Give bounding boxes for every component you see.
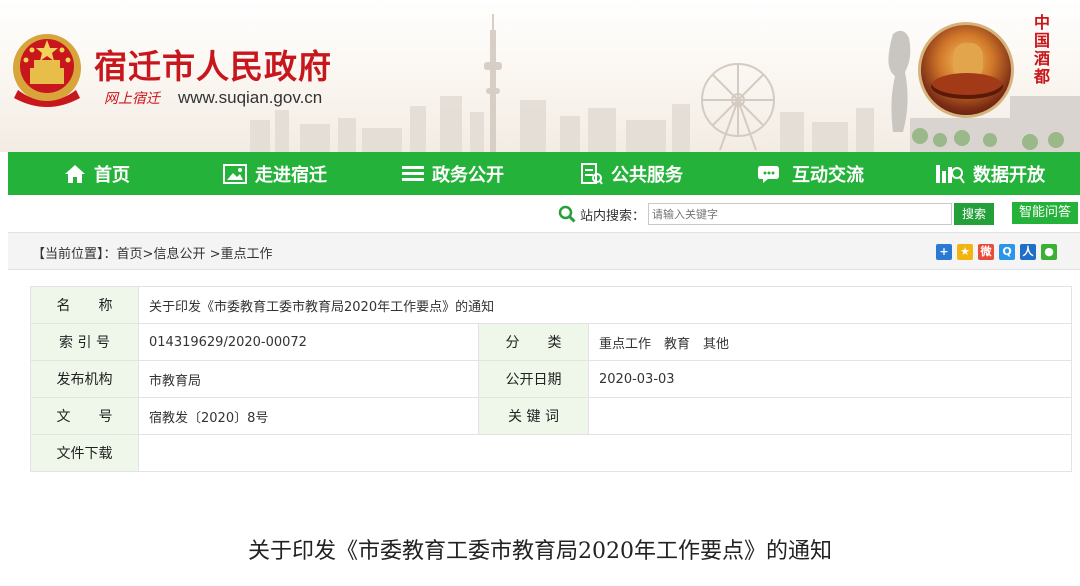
nav-item-label: 政务公开 [432, 164, 504, 186]
nav-item-label: 公共服务 [611, 164, 683, 186]
breadcrumb-info-disclosure[interactable]: 信息公开 [153, 247, 205, 262]
data-icon [936, 164, 965, 184]
main-nav: 首页 走进宿迁 政务公开 公共服务 互动交流 数据开放 [8, 152, 1080, 195]
table-row: 发布机构 市教育局 公开日期 2020-03-03 [30, 360, 1072, 398]
index-label: 索 引 号 [30, 323, 139, 361]
plus-share-icon[interactable]: + [936, 244, 952, 260]
chat-icon [758, 165, 779, 183]
publish-date-value: 2020-03-03 [588, 360, 1072, 398]
keywords-label: 关 键 词 [478, 397, 589, 435]
service-icon [581, 162, 603, 185]
document-info-panel: 名 称 关于印发《市委教育工委市教育局2020年工作要点》的通知 索 引 号 0… [8, 270, 1080, 482]
publisher-label: 发布机构 [30, 360, 139, 398]
site-title[interactable]: 宿迁市人民政府 [94, 40, 332, 88]
doc-number-value: 宿教发〔2020〕8号 [138, 397, 479, 435]
search-bar: 站内搜索： 搜索 智能问答 [0, 200, 1080, 228]
document-info-table: 名 称 关于印发《市委教育工委市教育局2020年工作要点》的通知 索 引 号 0… [30, 286, 1072, 472]
picture-icon [223, 163, 247, 184]
wechat-icon[interactable]: ● [1041, 244, 1057, 260]
site-url: www.suqian.gov.cn [178, 88, 323, 107]
nav-item-interaction[interactable]: 互动交流 [722, 152, 900, 195]
search-button[interactable]: 搜索 [954, 203, 994, 225]
publish-date-label: 公开日期 [478, 360, 589, 398]
name-label: 名 称 [30, 286, 139, 324]
nav-item-gov-affairs[interactable]: 政务公开 [364, 152, 542, 195]
breadcrumb-bar: 【当前位置】：首页>信息公开 >重点工作 + ★ 微 Q 人 ● [8, 232, 1080, 270]
site-banner: 宿迁市人民政府 网上宿迁 www.suqian.gov.cn 中国酒都 [0, 0, 1080, 152]
share-icons: + ★ 微 Q 人 ● [936, 244, 1062, 260]
publisher-value: 市教育局 [138, 360, 479, 398]
doc-number-label: 文 号 [30, 397, 139, 435]
breadcrumb-home[interactable]: 首页 [117, 247, 143, 262]
site-subtitle-calligraphy: 网上宿迁 [104, 91, 160, 107]
table-row: 名 称 关于印发《市委教育工委市教育局2020年工作要点》的通知 [30, 286, 1072, 324]
nav-item-about[interactable]: 走进宿迁 [186, 152, 364, 195]
category-value: 重点工作 教育 其他 [588, 323, 1072, 361]
name-value: 关于印发《市委教育工委市教育局2020年工作要点》的通知 [138, 286, 1072, 324]
breadcrumb-prefix: 【当前位置】： [32, 247, 117, 262]
search-input[interactable] [648, 203, 952, 225]
search-icon [558, 205, 576, 223]
breadcrumb: 【当前位置】：首页>信息公开 >重点工作 [32, 243, 273, 262]
nav-item-label: 首页 [94, 164, 130, 186]
smart-qa-button[interactable]: 智能问答 [1012, 202, 1078, 224]
table-row: 索 引 号 014319629/2020-00072 分 类 重点工作 教育 其… [30, 323, 1072, 361]
slogan-calligraphy: 中国酒都 [1034, 13, 1051, 86]
search-label: 站内搜索： [580, 209, 646, 224]
national-emblem-logo [13, 34, 81, 107]
index-value: 014319629/2020-00072 [138, 323, 479, 361]
wine-jar-illustration [953, 43, 983, 77]
qq-icon[interactable]: Q [999, 244, 1015, 260]
table-illustration [931, 73, 1003, 99]
article-title: 关于印发《市委教育工委市教育局2020年工作要点》的通知 [248, 539, 832, 564]
liquor-capital-photo [918, 22, 1014, 118]
home-icon [65, 164, 85, 183]
breadcrumb-key-work[interactable]: 重点工作 [220, 247, 272, 262]
category-label: 分 类 [478, 323, 589, 361]
list-icon [402, 165, 424, 181]
table-row: 文 号 宿教发〔2020〕8号 关 键 词 [30, 397, 1072, 435]
nav-item-public-service[interactable]: 公共服务 [542, 152, 722, 195]
nav-item-open-data[interactable]: 数据开放 [900, 152, 1080, 195]
table-row: 文件下载 [30, 434, 1072, 472]
renren-icon[interactable]: 人 [1020, 244, 1036, 260]
keywords-value [588, 397, 1072, 435]
nav-item-home[interactable]: 首页 [8, 152, 186, 195]
nav-item-label: 走进宿迁 [255, 164, 327, 186]
qzone-icon[interactable]: ★ [957, 244, 973, 260]
nav-item-label: 数据开放 [973, 164, 1045, 186]
weibo-icon[interactable]: 微 [978, 244, 994, 260]
download-label: 文件下载 [30, 434, 139, 472]
breadcrumb-separator: > [205, 247, 221, 262]
nav-item-label: 互动交流 [792, 164, 864, 186]
breadcrumb-separator: > [142, 247, 154, 262]
download-value[interactable] [138, 434, 1072, 472]
